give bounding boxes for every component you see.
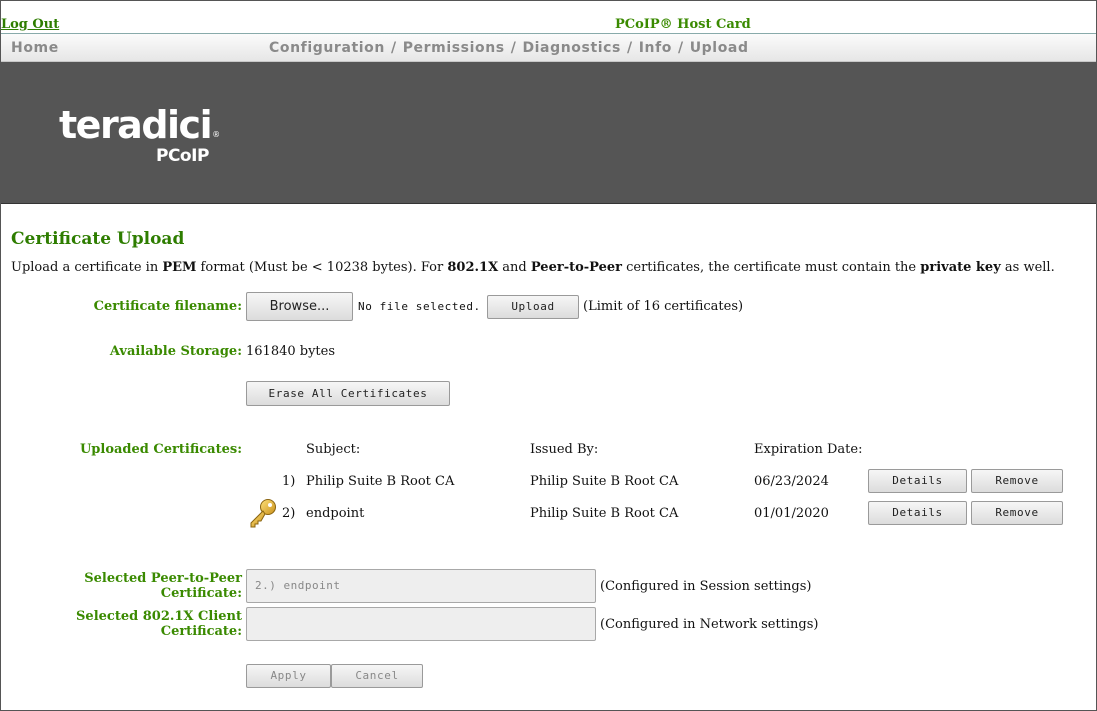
- erase-all-button[interactable]: Erase All Certificates: [246, 381, 450, 406]
- cert-details-button[interactable]: Details: [868, 501, 967, 525]
- nav-separator: /: [390, 40, 397, 56]
- cert-subject: endpoint: [306, 506, 365, 521]
- nav-separator: /: [626, 40, 633, 56]
- dot1x-note: (Configured in Network settings): [600, 617, 819, 632]
- dot1x-select[interactable]: [246, 607, 596, 641]
- intro-part: Upload a certificate in: [11, 260, 163, 275]
- logo-pcoip: PCoIP: [156, 146, 209, 166]
- cert-remove-button[interactable]: Remove: [971, 501, 1063, 525]
- cert-remove-button[interactable]: Remove: [971, 469, 1063, 493]
- available-storage-label: Available Storage:: [109, 344, 242, 359]
- nav-menu: Configuration / Permissions / Diagnostics / In…: [269, 40, 749, 56]
- cert-row-number: 2): [282, 506, 296, 521]
- intro-part: certificates, the certificate must conta…: [621, 260, 921, 275]
- intro-part: as well.: [1000, 260, 1055, 275]
- nav-info[interactable]: Info: [639, 40, 672, 56]
- intro-bold: private key: [920, 260, 1001, 275]
- intro-text: Upload a certificate in PEM format (Must…: [11, 260, 1055, 275]
- cert-row-number: 1): [282, 474, 296, 489]
- nav-configuration[interactable]: Configuration: [269, 40, 385, 56]
- brand-banner: teradici® PCoIP: [1, 62, 1096, 204]
- peer-to-peer-note: (Configured in Session settings): [600, 579, 812, 594]
- cert-subject: Philip Suite B Root CA: [306, 474, 455, 489]
- issued-by-header: Issued By:: [530, 442, 599, 457]
- intro-bold: Peer-to-Peer: [530, 260, 622, 275]
- cert-expiration: 01/01/2020: [754, 506, 829, 521]
- expiration-header: Expiration Date:: [754, 442, 863, 457]
- teradici-logo: teradici® PCoIP: [59, 103, 221, 166]
- peer-to-peer-select[interactable]: 2.) endpoint: [246, 569, 596, 603]
- nav-permissions[interactable]: Permissions: [403, 40, 505, 56]
- nav-bar: Home Configuration / Permissions / Diagnosti…: [1, 34, 1096, 62]
- peer-to-peer-label: Selected Peer-to-Peer Certificate:: [84, 571, 242, 601]
- cert-issuer: Philip Suite B Root CA: [530, 506, 679, 521]
- available-storage-value: 161840 bytes: [246, 344, 336, 359]
- file-status: No file selected.: [358, 300, 481, 313]
- dot1x-label: Selected 802.1X Client Certificate:: [76, 609, 242, 639]
- cert-issuer: Philip Suite B Root CA: [530, 474, 679, 489]
- subject-header: Subject:: [306, 442, 361, 457]
- uploaded-certificates-label: Uploaded Certificates:: [79, 442, 242, 457]
- browse-button[interactable]: Browse...: [246, 292, 353, 321]
- page-title: Certificate Upload: [11, 229, 185, 249]
- cancel-button[interactable]: Cancel: [331, 664, 423, 688]
- logo-registered: ®: [212, 130, 221, 139]
- certificate-limit-note: (Limit of 16 certificates): [583, 299, 744, 314]
- intro-part: format (Must be < 10238 bytes). For: [196, 260, 448, 275]
- nav-separator: /: [677, 40, 684, 56]
- upload-button[interactable]: Upload: [487, 295, 579, 319]
- device-title: PCoIP® Host Card: [615, 17, 751, 32]
- nav-home[interactable]: Home: [11, 40, 59, 56]
- intro-bold: PEM: [162, 260, 197, 275]
- intro-bold: 802.1X: [447, 260, 499, 275]
- logo-wordmark: teradici: [59, 103, 213, 147]
- cert-expiration: 06/23/2024: [754, 474, 829, 489]
- key-icon: [250, 499, 276, 528]
- apply-button[interactable]: Apply: [246, 664, 331, 688]
- intro-part: and: [498, 260, 531, 275]
- nav-upload[interactable]: Upload: [690, 40, 749, 56]
- nav-separator: /: [510, 40, 517, 56]
- logout-link[interactable]: Log Out: [1, 17, 59, 32]
- cert-details-button[interactable]: Details: [868, 469, 967, 493]
- certificate-filename-label: Certificate filename:: [93, 299, 242, 314]
- nav-diagnostics[interactable]: Diagnostics: [522, 40, 621, 56]
